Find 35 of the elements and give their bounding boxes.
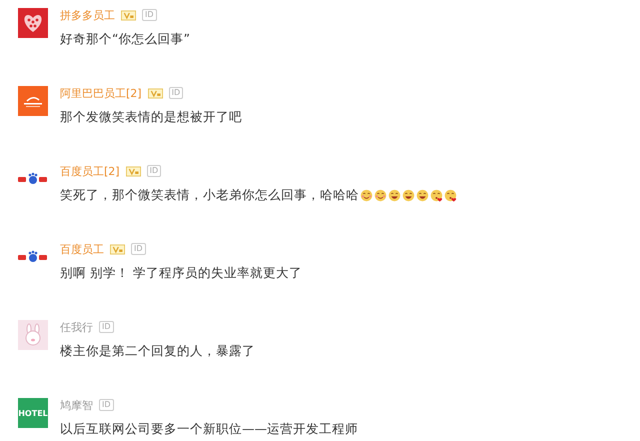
comment-text: 笑死了，那个微笑表情，小老弟你怎么回事，哈哈哈: [60, 187, 359, 204]
user-name[interactable]: 鸠摩智: [60, 398, 93, 412]
verified-badge-icon: [126, 166, 141, 176]
laughing-face-icon: [444, 189, 457, 202]
heart-logo-avatar: [18, 8, 48, 38]
id-badge: ID: [146, 165, 162, 177]
verified-badge-icon: [121, 10, 136, 20]
sign-avatar: HOTEL: [18, 398, 48, 428]
laughing-face-icon: [402, 189, 415, 202]
comment-text: 好奇那个“你怎么回事”: [60, 31, 190, 48]
laughing-face-icon: [416, 189, 429, 202]
id-badge: ID: [99, 399, 114, 411]
user-name[interactable]: 百度员工: [60, 242, 104, 256]
id-badge: ID: [131, 243, 146, 255]
id-badge: ID: [168, 87, 184, 99]
comment-text: 那个发微笑表情的是想被开了吧: [60, 109, 242, 126]
user-name[interactable]: 拼多多员工: [60, 8, 115, 22]
paw-logo-avatar: [18, 250, 48, 264]
id-badge: ID: [142, 9, 157, 21]
laughing-face-icon: [360, 189, 373, 202]
user-name[interactable]: 百度员工[2]: [60, 164, 120, 178]
user-name[interactable]: 阿里巴巴员工[2]: [60, 86, 142, 100]
logo-avatar: [18, 86, 48, 116]
user-name[interactable]: 任我行: [60, 320, 93, 334]
comment-text: 以后互联网公司要多一个新职位——运营开发工程师: [60, 421, 358, 438]
laughing-face-icon: [374, 189, 387, 202]
laughing-face-icon: [388, 189, 401, 202]
comment-text: 别啊 别学！ 学了程序员的失业率就更大了: [60, 265, 302, 282]
verified-badge-icon: [148, 88, 163, 98]
comment-text: 楼主你是第二个回复的人，暴露了: [60, 343, 255, 360]
bunny-avatar: [18, 320, 48, 350]
laughing-face-icon: [430, 189, 443, 202]
id-badge: ID: [99, 321, 114, 333]
verified-badge-icon: [110, 244, 125, 254]
paw-logo-avatar: [18, 172, 48, 186]
